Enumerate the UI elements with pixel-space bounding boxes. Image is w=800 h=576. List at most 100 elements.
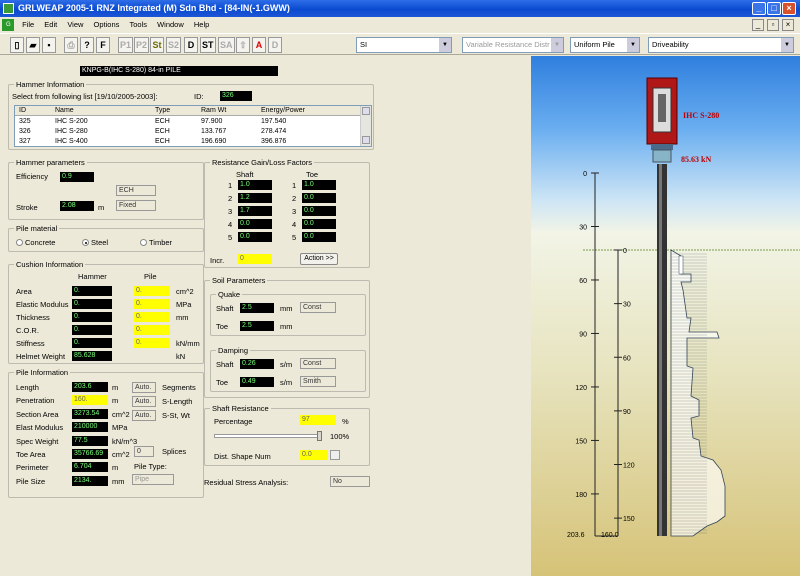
shaft-factor-field[interactable]: 1.7 [238,206,272,216]
damp-toe-field[interactable]: 0.49 [240,377,274,387]
splices-box[interactable]: 0 [134,446,154,457]
save-icon[interactable]: ▪ [42,37,56,53]
child-minimize-button[interactable]: _ [752,19,764,31]
damp-shaft-field[interactable]: 0.26 [240,359,274,369]
cushion-hammer-field[interactable]: 0. [72,325,112,335]
d2-button[interactable]: D [268,37,282,53]
d-button[interactable]: D [184,37,198,53]
table-row[interactable]: 326 IHC S-280 ECH 133.767 278.474 [15,127,361,137]
menu-view[interactable]: View [63,17,87,33]
action-button[interactable]: Action >> [300,253,338,265]
menu-file[interactable]: File [18,17,38,33]
s2-button[interactable]: S2 [166,37,182,53]
hammer-id-field[interactable]: 326 [220,91,252,101]
auto-segments-box[interactable]: Auto. [132,382,156,393]
analysis-select[interactable]: Driveability ▼ [648,37,794,53]
cushion-hammer-field[interactable]: 0. [72,299,112,309]
shaft-factor-field[interactable]: 1.0 [238,180,272,190]
percentage-field[interactable]: 97 [300,415,336,425]
radio-steel[interactable]: Steel [82,238,108,247]
resistance-dist-select[interactable]: Variable Resistance Distr ▼ [462,37,564,53]
cushion-hammer-field[interactable]: 0. [72,338,112,348]
pile-row-field[interactable]: 210000 [72,422,108,433]
document-icon[interactable]: G [2,19,14,31]
upload-icon[interactable]: ⇧ [236,37,250,53]
toe-factor-field[interactable]: 1.0 [302,180,336,190]
pile-title-field[interactable]: KNPG-B(IHC S-280) 84-in PILE [80,66,278,76]
pile-row-field[interactable]: 6.704 [72,462,108,473]
scroll-up-icon[interactable] [362,107,370,115]
menu-edit[interactable]: Edit [40,17,61,33]
auto-sst-box[interactable]: Auto. [132,410,156,421]
quake-toe-label: Toe [216,322,229,331]
toe-factor-field[interactable]: 0.0 [302,193,336,203]
damp-smith-box: Smith [300,376,336,387]
cushion-hammer-field[interactable]: 0. [72,312,112,322]
shaft-factor-field[interactable]: 0.0 [238,232,272,242]
menu-help[interactable]: Help [190,17,213,33]
table-row[interactable]: 325 IHC S-200 ECH 97.900 197.540 [15,117,361,127]
toe-factor-field[interactable]: 0.0 [302,206,336,216]
new-file-icon[interactable]: ▯ [10,37,24,53]
p1-button[interactable]: P1 [118,37,134,53]
table-row[interactable]: 327 IHC S-400 ECH 196.690 396.876 [15,137,361,147]
spinner-icon[interactable] [330,450,340,460]
a-button[interactable]: A [252,37,266,53]
stroke-field[interactable]: 2.08 [60,201,94,211]
radio-icon [16,239,23,246]
cushion-pile-field[interactable]: 0. [134,299,170,309]
close-button[interactable]: × [782,2,796,15]
slider-thumb[interactable] [317,431,322,441]
menu-window[interactable]: Window [153,17,188,33]
shaft-factor-field[interactable]: 0.0 [238,219,272,229]
dist-shape-field[interactable]: 0.0 [300,450,328,460]
radio-timber[interactable]: Timber [140,238,172,247]
pile-graphic-panel: IHC S-280 85.63 kN 0 30 60 90 120 150 180 0 30 60 90… [531,56,800,576]
scroll-down-icon[interactable] [362,136,370,144]
cushion-pile-field[interactable]: 0. [134,338,170,348]
cushion-pile-field[interactable]: 0. [134,325,170,335]
incr-field[interactable]: 0 [238,254,272,264]
stroke-unit: m [98,203,105,212]
cushion-pile-field[interactable]: 0. [134,312,170,322]
quake-shaft-field[interactable]: 2.5 [240,303,274,313]
child-restore-button[interactable]: ▫ [767,19,779,31]
helmet-field[interactable]: 85.628 [72,351,112,361]
st-upper-button[interactable]: ST [200,37,216,53]
sa-button[interactable]: SA [218,37,235,53]
quake-toe-field[interactable]: 2.5 [240,321,274,331]
st-button[interactable]: St [150,37,164,53]
pile-row-field[interactable]: 160. [72,395,108,406]
maximize-button[interactable]: □ [767,2,781,15]
print-icon[interactable]: ⎙ [64,37,78,53]
minimize-button[interactable]: _ [752,2,766,15]
pile-row-field[interactable]: 3273.54 [72,408,108,419]
pile-row-field[interactable]: 35766.69 [72,449,108,459]
pile-row-field[interactable]: 203.6 [72,382,108,392]
child-close-button[interactable]: × [782,19,794,31]
help-icon[interactable]: ? [80,37,94,53]
auto-slength-box[interactable]: Auto. [132,396,156,407]
fs-icon[interactable]: F [96,37,110,53]
chevron-down-icon: ▼ [439,38,451,52]
menu-options[interactable]: Options [90,17,124,33]
resistance-dist-value: Variable Resistance Distr [466,40,550,49]
menu-tools[interactable]: Tools [125,17,151,33]
open-folder-icon[interactable]: ▰ [26,37,40,53]
toe-factor-field[interactable]: 0.0 [302,232,336,242]
units-select[interactable]: SI ▼ [356,37,452,53]
scrollbar[interactable] [360,106,371,146]
residual-box[interactable]: No [330,476,370,487]
efficiency-field[interactable]: 0.9 [60,172,94,182]
pile-row-field[interactable]: 2134. [72,475,108,486]
p2-button[interactable]: P2 [134,37,150,53]
cushion-pile-field[interactable]: 0. [134,286,170,296]
percentage-slider[interactable] [214,431,322,441]
cushion-hammer-field[interactable]: 0. [72,286,112,296]
radio-concrete[interactable]: Concrete [16,238,55,247]
chevron-down-icon: ▼ [551,38,563,52]
pile-row-field[interactable]: 77.5 [72,435,108,446]
toe-factor-field[interactable]: 0.0 [302,219,336,229]
shaft-factor-field[interactable]: 1.2 [238,193,272,203]
pile-type-select[interactable]: Uniform Pile ▼ [570,37,640,53]
